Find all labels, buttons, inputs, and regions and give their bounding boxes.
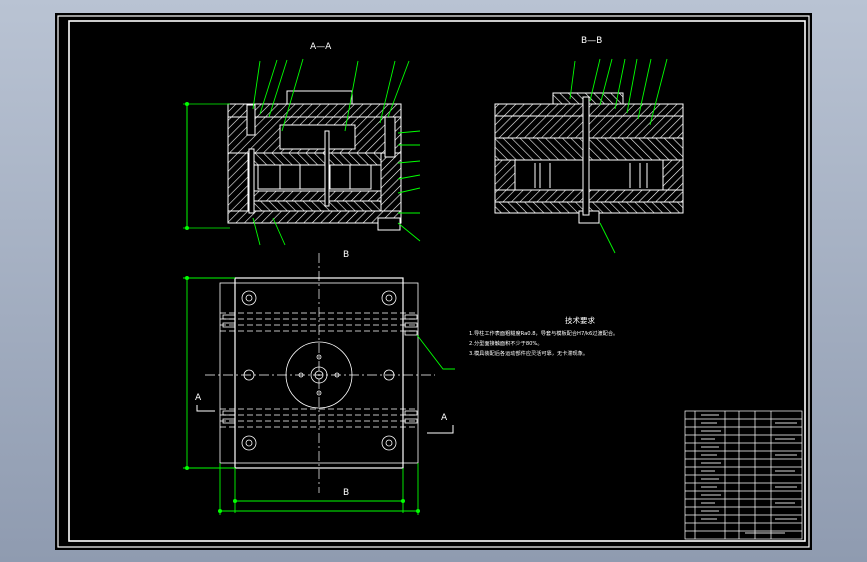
section-aa-label: A—A xyxy=(310,42,332,52)
section-bb-label: B—B xyxy=(581,36,602,46)
plan-view: B B A A xyxy=(183,250,455,515)
title-block xyxy=(684,410,803,540)
note-line-2: 2.分型面接触面积不少于80%。 xyxy=(469,339,543,347)
note-line-1: 1.导柱工作表面粗糙度Ra0.8，导套与模板配合H7/k6过渡配合。 xyxy=(469,329,618,337)
cut-marker-b-top: B xyxy=(343,250,349,260)
cut-marker-b-bottom: B xyxy=(343,488,349,498)
mold-assembly-drawing: A—A B—B B B A A 技术要求 1.导柱工作表面粗糙度Ra0.8，导套… xyxy=(57,15,810,548)
drawing-sheet: A—A B—B B B A A 技术要求 1.导柱工作表面粗糙度Ra0.8，导套… xyxy=(55,13,812,550)
section-bb-view: B—B xyxy=(494,36,684,254)
inner-border xyxy=(68,20,806,542)
cut-marker-a-right: A xyxy=(441,413,448,423)
technical-notes: 技术要求 1.导柱工作表面粗糙度Ra0.8，导套与模板配合H7/k6过渡配合。 … xyxy=(469,315,618,357)
note-line-3: 3.模具装配后各运动部件应灵活可靠，无卡滞现象。 xyxy=(469,349,588,357)
notes-heading: 技术要求 xyxy=(565,315,595,325)
cut-marker-a-left: A xyxy=(195,393,202,403)
section-aa-view: A—A xyxy=(183,42,421,246)
